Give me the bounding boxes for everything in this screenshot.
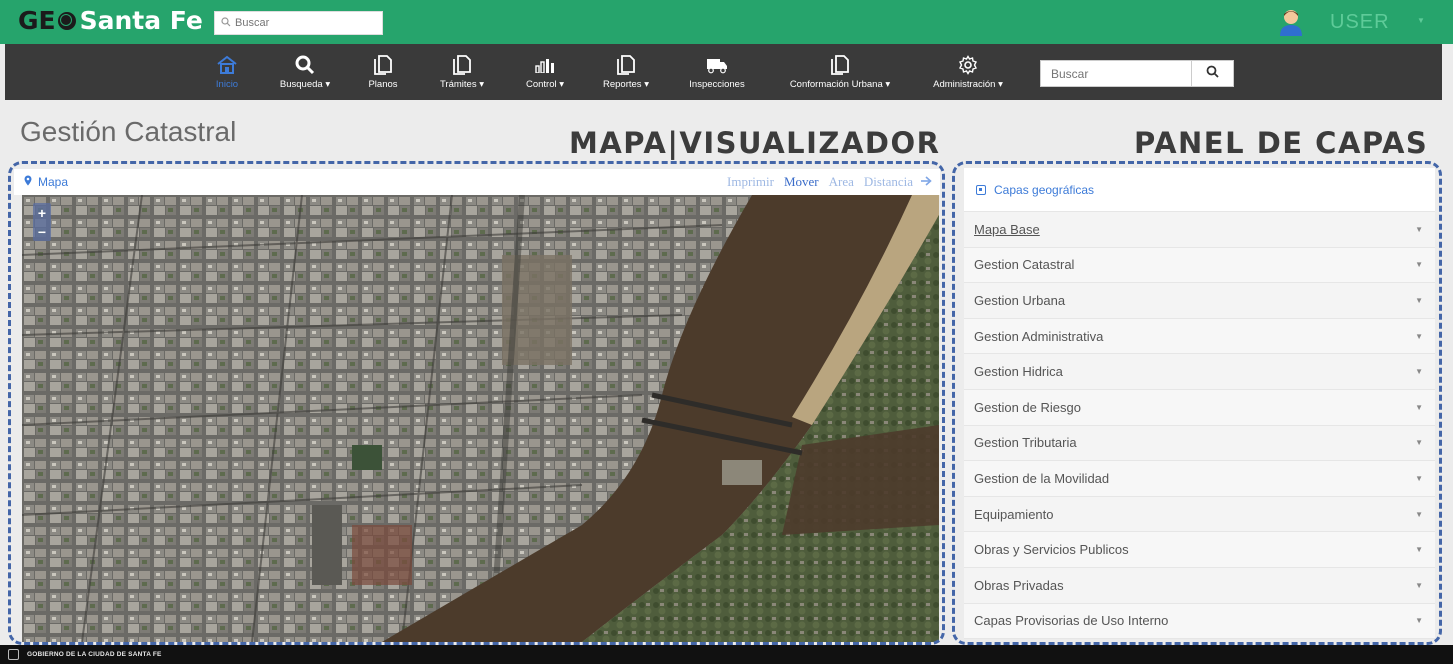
- map-section-label: MAPA|VISUALIZADOR: [569, 126, 941, 160]
- top-search-input[interactable]: [235, 17, 375, 29]
- search-icon: [294, 54, 316, 76]
- home-icon: [216, 54, 238, 76]
- footer: GOBIERNO DE LA CIUDAD DE SANTA FE: [0, 645, 1453, 664]
- nav-item-conformacion-urbana[interactable]: Conformación Urbana ▾: [783, 44, 897, 100]
- nav-item-reportes[interactable]: Reportes ▾: [596, 44, 656, 100]
- document-icon: [372, 54, 394, 76]
- nav-item-planos[interactable]: Planos: [363, 44, 403, 100]
- nav-search-box: [1040, 60, 1234, 87]
- chevron-down-icon[interactable]: ▼: [1417, 16, 1425, 25]
- document-icon: [451, 54, 473, 76]
- document-icon: [615, 54, 637, 76]
- search-icon: [1206, 65, 1219, 83]
- panel-section-frame: [952, 161, 1442, 645]
- search-icon: [221, 16, 231, 30]
- nav-item-inspecciones[interactable]: Inspecciones: [685, 44, 749, 100]
- nav-item-administracion[interactable]: Administración ▾: [926, 44, 1010, 100]
- shield-icon: [8, 649, 19, 660]
- top-search-box[interactable]: [214, 11, 383, 35]
- nav-search-button[interactable]: [1191, 61, 1233, 86]
- nav-item-busqueda[interactable]: Busqueda ▾: [273, 44, 337, 100]
- user-name[interactable]: USER: [1330, 11, 1390, 34]
- page-title: Gestión Catastral: [20, 116, 237, 147]
- bar-chart-icon: [534, 54, 556, 76]
- map-section-frame: [8, 161, 945, 645]
- user-avatar-icon[interactable]: [1278, 8, 1304, 36]
- nav-item-inicio[interactable]: Inicio: [207, 44, 247, 100]
- nav-item-control[interactable]: Control ▾: [518, 44, 572, 100]
- app-logo[interactable]: GE Santa Fe: [18, 6, 203, 35]
- panel-section-label: PANEL DE CAPAS: [1134, 126, 1429, 160]
- truck-icon: [706, 54, 728, 76]
- nav-search-input[interactable]: [1041, 61, 1191, 86]
- main-navbar: Inicio Busqueda ▾ Planos Trámites ▾ Cont…: [5, 44, 1442, 100]
- gear-icon: [957, 54, 979, 76]
- nav-item-tramites[interactable]: Trámites ▾: [433, 44, 491, 100]
- document-icon: [829, 54, 851, 76]
- top-bar: GE Santa Fe USER ▼: [0, 0, 1453, 44]
- globe-icon: [57, 11, 76, 30]
